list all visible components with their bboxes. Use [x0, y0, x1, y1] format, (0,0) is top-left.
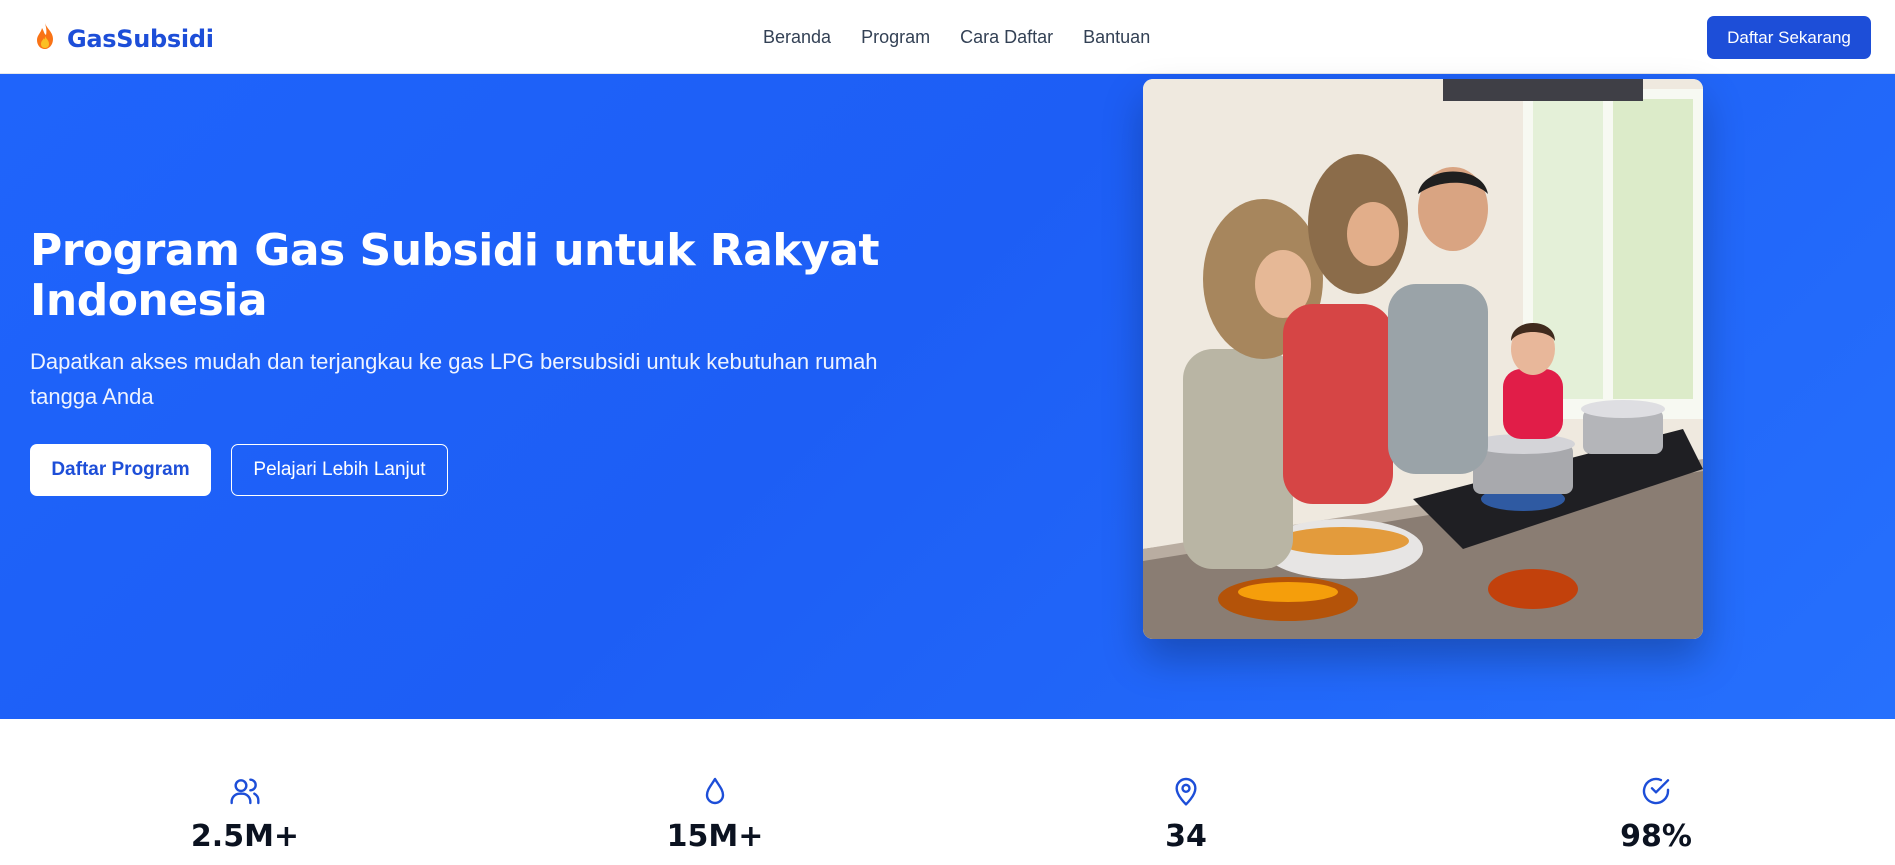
map-pin-icon [1086, 775, 1286, 807]
nav-link-program[interactable]: Program [861, 27, 930, 48]
stat-item: 98% [1556, 775, 1756, 854]
stat-item: 15M+ [615, 775, 815, 854]
stat-value: 2.5M+ [190, 819, 300, 854]
brand-logo[interactable]: GasSubsidi [33, 22, 214, 55]
nav-link-beranda[interactable]: Beranda [763, 27, 831, 48]
register-now-button[interactable]: Daftar Sekarang [1707, 16, 1871, 59]
stats-section: 2.5M+ 15M+ 34 98% [0, 719, 1895, 865]
flame-icon [33, 22, 57, 55]
stat-item: 2.5M+ [145, 775, 345, 854]
users-icon [145, 775, 345, 807]
nav-link-bantuan[interactable]: Bantuan [1083, 27, 1150, 48]
hero-family-cooking-image [1143, 79, 1703, 639]
check-circle-icon [1556, 775, 1756, 807]
main-nav: Beranda Program Cara Daftar Bantuan [763, 27, 1150, 48]
navbar: GasSubsidi Beranda Program Cara Daftar B… [0, 0, 1895, 74]
droplet-icon [615, 775, 815, 807]
stat-item: 34 [1086, 775, 1286, 854]
stat-value: 34 [1165, 819, 1207, 854]
hero-section: Program Gas Subsidi untuk Rakyat Indones… [0, 74, 1895, 719]
register-program-button[interactable]: Daftar Program [30, 444, 211, 496]
learn-more-button[interactable]: Pelajari Lebih Lanjut [231, 444, 448, 496]
stat-value: 15M+ [666, 819, 764, 854]
hero-title: Program Gas Subsidi untuk Rakyat Indones… [30, 225, 880, 326]
brand-name: GasSubsidi [67, 24, 214, 53]
nav-link-cara-daftar[interactable]: Cara Daftar [960, 27, 1053, 48]
stat-value: 98% [1620, 819, 1692, 854]
hero-subtitle: Dapatkan akses mudah dan terjangkau ke g… [30, 349, 878, 409]
